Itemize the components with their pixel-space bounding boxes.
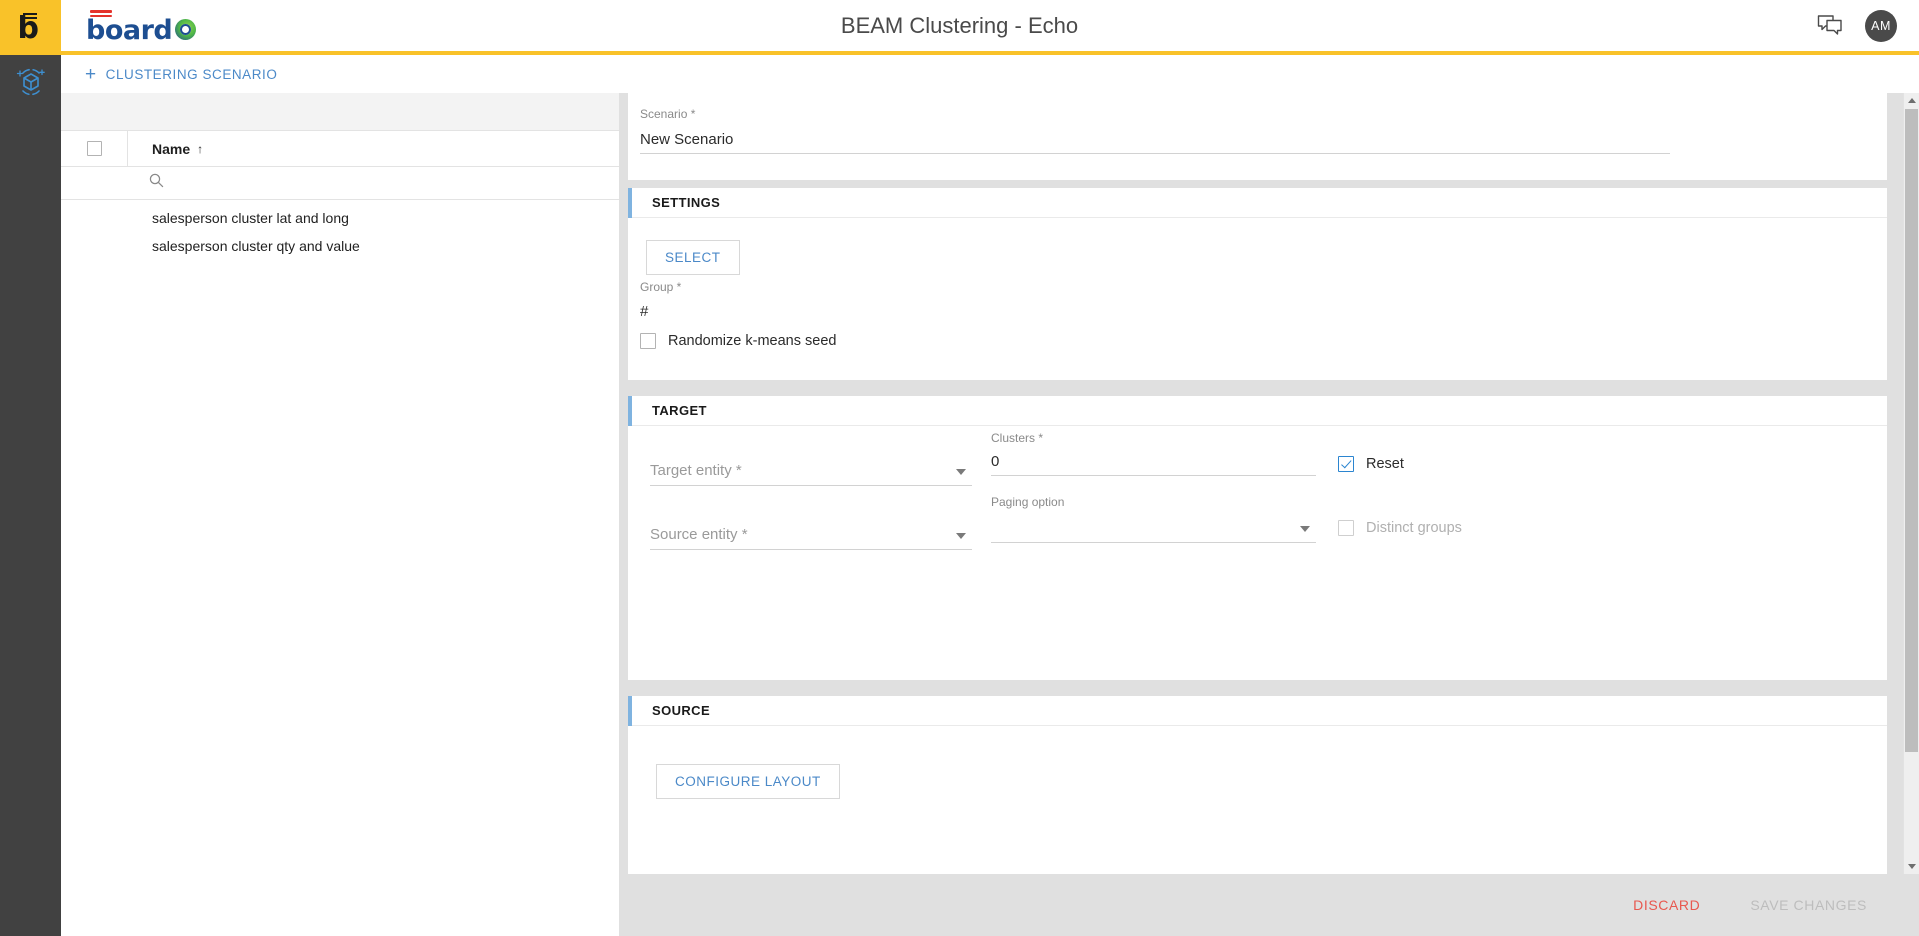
plus-icon: + <box>85 63 97 85</box>
sort-ascending-icon: ↑ <box>197 141 204 156</box>
scenario-name-input[interactable]: New Scenario <box>640 131 1670 154</box>
select-button[interactable]: SELECT <box>646 240 740 275</box>
section-accent-bar <box>628 188 632 218</box>
chevron-down-icon[interactable] <box>956 533 966 539</box>
footer-left-fill <box>61 874 620 936</box>
select-all-checkbox[interactable] <box>86 141 102 156</box>
source-section-title: SOURCE <box>652 703 711 718</box>
brand-wordmark: board <box>86 15 173 46</box>
target-entity-placeholder: Target entity * <box>650 462 742 479</box>
add-clustering-scenario-button[interactable]: + CLUSTERING SCENARIO <box>79 55 283 93</box>
settings-section-title: SETTINGS <box>652 195 721 210</box>
target-card: TARGET Target entity * Clusters * 0 Rese… <box>628 396 1887 680</box>
section-accent-bar <box>628 396 632 426</box>
footer-action-bar: DISCARD SAVE CHANGES <box>620 874 1919 936</box>
table-search-row <box>61 167 619 200</box>
distinct-groups-row: Distinct groups <box>1338 520 1462 536</box>
section-accent-bar <box>628 696 632 726</box>
distinct-groups-label: Distinct groups <box>1366 520 1462 536</box>
scenario-field-label: Scenario * <box>640 107 696 121</box>
settings-card: SETTINGS SELECT Group * # Randomize k-me… <box>628 188 1887 380</box>
randomize-kmeans-seed-label: Randomize k-means seed <box>668 333 837 349</box>
app-logo-tile[interactable]: b <box>0 0 61 55</box>
configure-layout-button[interactable]: CONFIGURE LAYOUT <box>656 764 840 799</box>
table-row[interactable]: salesperson cluster lat and long <box>61 204 619 232</box>
name-search-field[interactable] <box>128 173 164 193</box>
user-avatar[interactable]: AM <box>1865 9 1897 42</box>
clusters-input[interactable]: 0 <box>991 453 1316 476</box>
search-icon <box>149 173 164 188</box>
scenario-form-area: Scenario * New Scenario SETTINGS SELECT … <box>620 93 1903 874</box>
subheader: + CLUSTERING SCENARIO <box>61 55 1919 93</box>
left-rail <box>0 55 61 936</box>
reset-label: Reset <box>1366 456 1404 472</box>
source-entity-select[interactable]: Source entity * <box>650 520 972 550</box>
chat-bubbles-icon[interactable] <box>1817 14 1843 38</box>
reset-checkbox[interactable] <box>1338 456 1354 472</box>
group-field-label: Group * <box>640 280 682 294</box>
target-section-title: TARGET <box>652 403 707 418</box>
scroll-down-arrow[interactable] <box>1904 859 1919 874</box>
randomize-kmeans-seed-checkbox[interactable] <box>640 333 656 349</box>
chevron-down-icon[interactable] <box>1300 526 1310 532</box>
clusters-field-label: Clusters * <box>991 431 1044 445</box>
board-b-mark-icon: b <box>18 11 44 45</box>
column-header-name[interactable]: Name ↑ <box>128 141 619 157</box>
column-header-name-label: Name <box>152 140 191 157</box>
scrollbar-thumb[interactable] <box>1905 109 1918 752</box>
list-toolbar <box>61 93 619 131</box>
table-header-row: Name ↑ <box>61 130 619 167</box>
paging-option-select[interactable] <box>991 513 1316 543</box>
vertical-scrollbar[interactable] <box>1903 93 1919 874</box>
select-all-cell <box>61 130 128 167</box>
reset-row[interactable]: Reset <box>1338 456 1404 472</box>
scenario-name: salesperson cluster lat and long <box>152 210 349 226</box>
source-card: SOURCE CONFIGURE LAYOUT <box>628 696 1887 874</box>
scenario-list-panel: Name ↑ salesperson cluster lat and long … <box>61 93 620 936</box>
randomize-kmeans-seed-row[interactable]: Randomize k-means seed <box>640 333 836 349</box>
scenario-name-card: Scenario * New Scenario <box>628 93 1887 180</box>
table-row[interactable]: salesperson cluster qty and value <box>61 232 619 260</box>
scroll-up-arrow[interactable] <box>1904 93 1919 108</box>
clustering-cube-icon[interactable] <box>14 65 48 99</box>
header-actions: AM <box>1817 0 1897 51</box>
distinct-groups-checkbox <box>1338 520 1354 536</box>
paging-option-label: Paging option <box>991 495 1065 509</box>
save-changes-button: SAVE CHANGES <box>1744 896 1873 914</box>
logo-swirl-icon <box>175 19 196 40</box>
source-entity-placeholder: Source entity * <box>650 526 748 543</box>
discard-button[interactable]: DISCARD <box>1627 896 1706 914</box>
logo-mark-letter: b <box>17 10 39 46</box>
add-clustering-scenario-label: CLUSTERING SCENARIO <box>105 66 278 82</box>
target-entity-select[interactable]: Target entity * <box>650 456 972 486</box>
top-header: b board BEAM Clustering - Echo AM <box>0 0 1919 55</box>
scenario-table: Name ↑ salesperson cluster lat and long … <box>61 130 619 260</box>
group-value[interactable]: # <box>640 303 1670 320</box>
scenario-name: salesperson cluster qty and value <box>152 238 360 254</box>
source-section-header: SOURCE <box>628 696 1887 726</box>
board-brand-logo: board <box>86 8 216 46</box>
chevron-down-icon[interactable] <box>956 469 966 475</box>
page-title: BEAM Clustering - Echo <box>840 13 1079 38</box>
settings-section-header: SETTINGS <box>628 188 1887 218</box>
target-section-header: TARGET <box>628 396 1887 426</box>
